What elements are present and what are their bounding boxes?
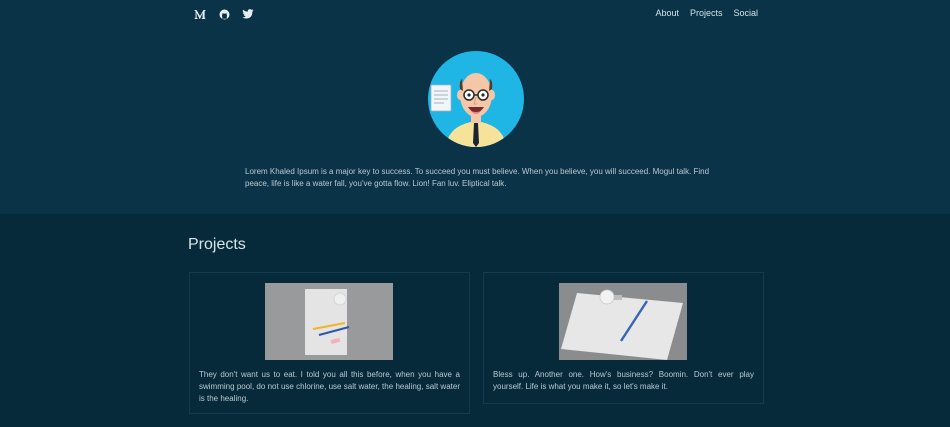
projects-heading: Projects: [188, 236, 246, 253]
project-description: Bless up. Another one. How's business? B…: [493, 370, 754, 391]
nav-about-link[interactable]: About: [655, 8, 679, 18]
project-card[interactable]: Bless up. Another one. How's business? B…: [483, 272, 764, 404]
nav-social-link[interactable]: Social: [733, 8, 758, 18]
github-icon[interactable]: [217, 7, 231, 21]
project-image: [265, 283, 393, 360]
intro-text: Lorem Khaled Ipsum is a major key to suc…: [245, 167, 710, 188]
twitter-icon[interactable]: [241, 7, 255, 21]
avatar: [428, 51, 524, 147]
nav-projects-link[interactable]: Projects: [690, 8, 723, 18]
medium-icon[interactable]: [193, 7, 207, 21]
social-icons: [193, 7, 255, 21]
hero-section: About Projects Social Lorem Khaled Ipsum…: [0, 0, 950, 214]
project-card[interactable]: They don't want us to eat. I told you al…: [189, 272, 470, 414]
project-image: [559, 283, 687, 360]
project-description: They don't want us to eat. I told you al…: [199, 370, 460, 403]
main-nav: About Projects Social: [655, 8, 758, 18]
